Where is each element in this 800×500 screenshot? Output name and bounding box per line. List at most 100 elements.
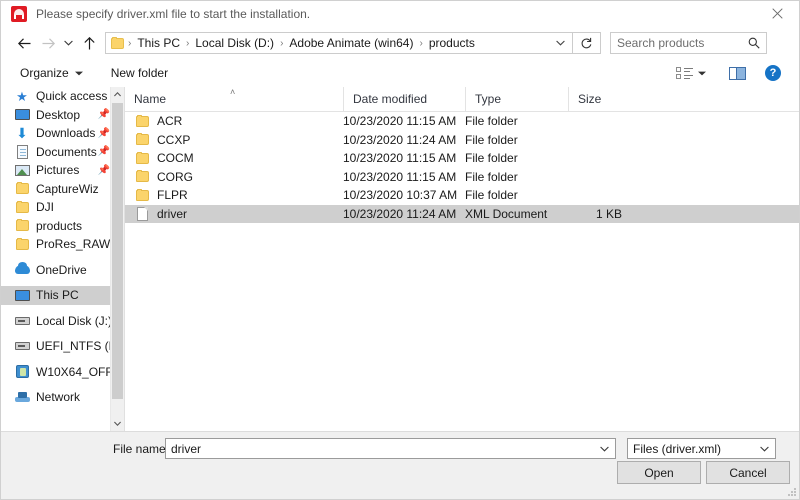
scroll-down-button[interactable] [111,416,124,431]
file-name-label: driver [157,206,188,221]
column-header-label: Date modified [353,92,428,106]
view-options-dropdown-button[interactable] [698,71,706,76]
folder-icon [134,150,150,166]
chevron-down-icon [64,40,73,46]
sidebar-item-products[interactable]: products [0,217,124,236]
toolbar: Organize New folder ? [0,59,800,88]
cloud-icon [14,262,30,278]
sidebar-item-prores-raw[interactable]: ProRes_RAW [0,235,124,254]
column-header-name[interactable]: Name ˄ [125,87,343,111]
sidebar-item-local-disk-j[interactable]: Local Disk (J:) [0,312,124,331]
dialog-title: Please specify driver.xml file to start … [36,6,311,21]
sidebar-item-uefi-ntfs-l[interactable]: UEFI_NTFS (L:) [0,337,124,356]
file-type-cell: File folder [465,188,518,203]
title-bar: Please specify driver.xml file to start … [0,0,800,28]
file-name-input[interactable]: driver [165,438,616,459]
scroll-up-button[interactable] [111,87,124,102]
breadcrumb-separator: › [419,37,423,49]
table-row[interactable]: COCM 10/23/2020 11:15 AM File folder [125,149,800,168]
chevron-down-icon [74,71,83,76]
sidebar-item-this-pc[interactable]: This PC [0,286,124,305]
table-row[interactable]: CORG 10/23/2020 11:15 AM File folder [125,168,800,187]
organize-button[interactable]: Organize [14,62,89,84]
close-button[interactable] [754,0,800,27]
file-name-dropdown-button[interactable] [600,439,609,458]
pictures-icon [14,162,30,178]
scrollbar-thumb[interactable] [112,103,123,399]
sidebar-item-documents[interactable]: Documents 📌 [0,143,124,162]
folder-icon [14,218,30,234]
sidebar-item-quick-access[interactable]: ★ Quick access [0,87,124,106]
sidebar-divider [0,356,124,363]
navigation-pane: ★ Quick access Desktop 📌 ⬇ Downloads 📌 D… [0,87,124,431]
pin-icon: 📌 [97,146,110,158]
breadcrumb-item-adobe-animate[interactable]: Adobe Animate (win64) [287,36,415,50]
file-type-filter-value: Files (driver.xml) [633,441,722,456]
column-header-label: Type [475,92,502,106]
search-input[interactable]: Search products [610,32,767,54]
arrow-left-icon [17,37,30,49]
file-type-filter-select[interactable]: Files (driver.xml) [627,438,776,459]
chevron-down-icon [114,421,121,426]
sidebar-divider [0,381,124,388]
sidebar-item-w10x64-off19[interactable]: W10X64_OFF19_E [0,363,124,382]
sidebar-scrollbar[interactable] [110,87,124,431]
folder-icon [134,169,150,185]
sidebar-item-pictures[interactable]: Pictures 📌 [0,161,124,180]
sidebar-item-capturewiz[interactable]: CaptureWiz [0,180,124,199]
file-type-filter-dropdown-button[interactable] [760,439,769,458]
sidebar-item-label: Quick access [36,89,108,104]
folder-icon [14,236,30,252]
search-placeholder: Search products [617,36,705,50]
breadcrumb-item-products[interactable]: products [427,36,477,50]
breadcrumb-dropdown-button[interactable] [556,33,565,53]
pin-icon: 📌 [97,127,110,139]
view-options-button[interactable] [671,61,697,85]
new-folder-button[interactable]: New folder [105,62,174,84]
column-header-size[interactable]: Size [568,87,628,111]
folder-icon [134,113,150,129]
table-row[interactable]: FLPR 10/23/2020 10:37 AM File folder [125,186,800,205]
column-header-date-modified[interactable]: Date modified [343,87,465,111]
organize-label: Organize [20,66,69,80]
recent-locations-button[interactable] [60,30,77,56]
cancel-button[interactable]: Cancel [706,461,790,484]
file-date-cell: 10/23/2020 10:37 AM [343,188,458,203]
breadcrumb-item-this-pc[interactable]: This PC [135,36,182,50]
sidebar-item-label: Local Disk (J:) [36,313,113,328]
file-list-pane: Name ˄ Date modified Type Size ACR 10/23… [125,87,800,431]
new-folder-label: New folder [110,66,169,80]
sidebar-item-downloads[interactable]: ⬇ Downloads 📌 [0,124,124,143]
table-row[interactable]: ACR 10/23/2020 11:15 AM File folder [125,112,800,131]
breadcrumb-separator: › [280,37,284,49]
chevron-up-icon [114,92,121,97]
column-header-label: Size [578,92,602,106]
breadcrumb-bar[interactable]: › This PC › Local Disk (D:) › Adobe Anim… [105,32,573,54]
sidebar-divider [0,254,124,261]
preview-pane-button[interactable] [724,61,750,85]
refresh-button[interactable] [573,32,601,54]
back-button[interactable] [12,30,36,56]
download-icon: ⬇ [16,125,28,142]
table-row[interactable]: CCXP 10/23/2020 11:24 AM File folder [125,131,800,150]
open-button[interactable]: Open [617,461,701,484]
folder-icon [111,36,124,49]
column-header-type[interactable]: Type [465,87,568,111]
toolbar-right-group: ? [671,59,800,87]
sidebar-item-dji[interactable]: DJI [0,198,124,217]
help-button[interactable]: ? [760,61,786,85]
sidebar-item-label: OneDrive [36,262,87,277]
file-size-cell: 1 KB [595,206,622,221]
table-row[interactable]: driver 10/23/2020 11:24 AM XML Document … [125,204,800,223]
sidebar-item-onedrive[interactable]: OneDrive [0,261,124,280]
forward-button[interactable] [36,30,60,56]
file-type-cell: File folder [465,114,518,129]
resize-grip[interactable] [787,487,797,497]
close-icon [771,8,783,19]
breadcrumb-item-local-disk[interactable]: Local Disk (D:) [193,36,276,50]
up-button[interactable] [77,30,101,56]
sidebar-item-desktop[interactable]: Desktop 📌 [0,106,124,125]
dialog-body: ★ Quick access Desktop 📌 ⬇ Downloads 📌 D… [0,87,800,431]
sidebar-item-network[interactable]: Network [0,388,124,407]
network-icon [14,389,30,405]
